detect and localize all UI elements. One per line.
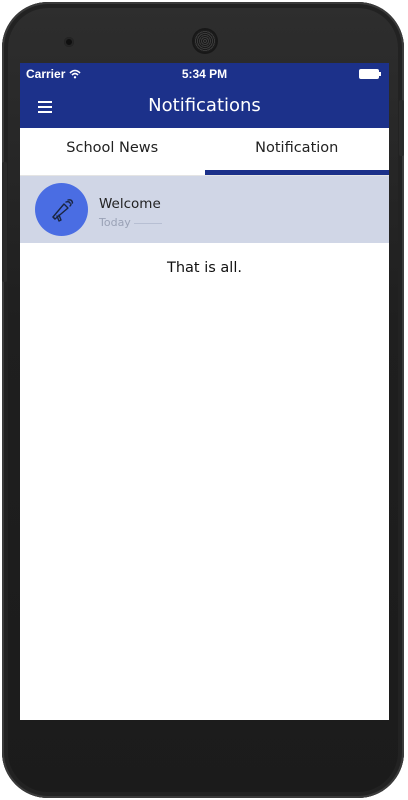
- date-divider: [134, 223, 162, 224]
- status-bar: Carrier 5:34 PM: [20, 63, 389, 85]
- clock: 5:34 PM: [181, 67, 228, 81]
- megaphone-icon: [51, 198, 73, 222]
- notification-item[interactable]: Welcome Today: [20, 176, 389, 243]
- volume-button: [2, 162, 7, 282]
- front-camera: [64, 37, 74, 47]
- earpiece-speaker: [194, 30, 216, 52]
- notification-title: Welcome: [99, 196, 161, 212]
- tab-school-news[interactable]: School News: [20, 128, 205, 175]
- phone-frame: Carrier 5:34 PM Notifications School New…: [2, 2, 404, 798]
- end-of-list-message: That is all.: [167, 260, 242, 276]
- battery-icon: [359, 69, 381, 79]
- notification-date: Today: [99, 216, 131, 229]
- page-title: Notifications: [148, 95, 261, 116]
- power-button: [399, 100, 404, 156]
- notification-avatar: [35, 183, 88, 236]
- tab-notification[interactable]: Notification: [204, 128, 390, 175]
- app-screen: Carrier 5:34 PM Notifications School New…: [20, 63, 389, 720]
- navigation-bar: Notifications: [20, 85, 389, 128]
- tab-bar: School News Notification: [20, 128, 389, 176]
